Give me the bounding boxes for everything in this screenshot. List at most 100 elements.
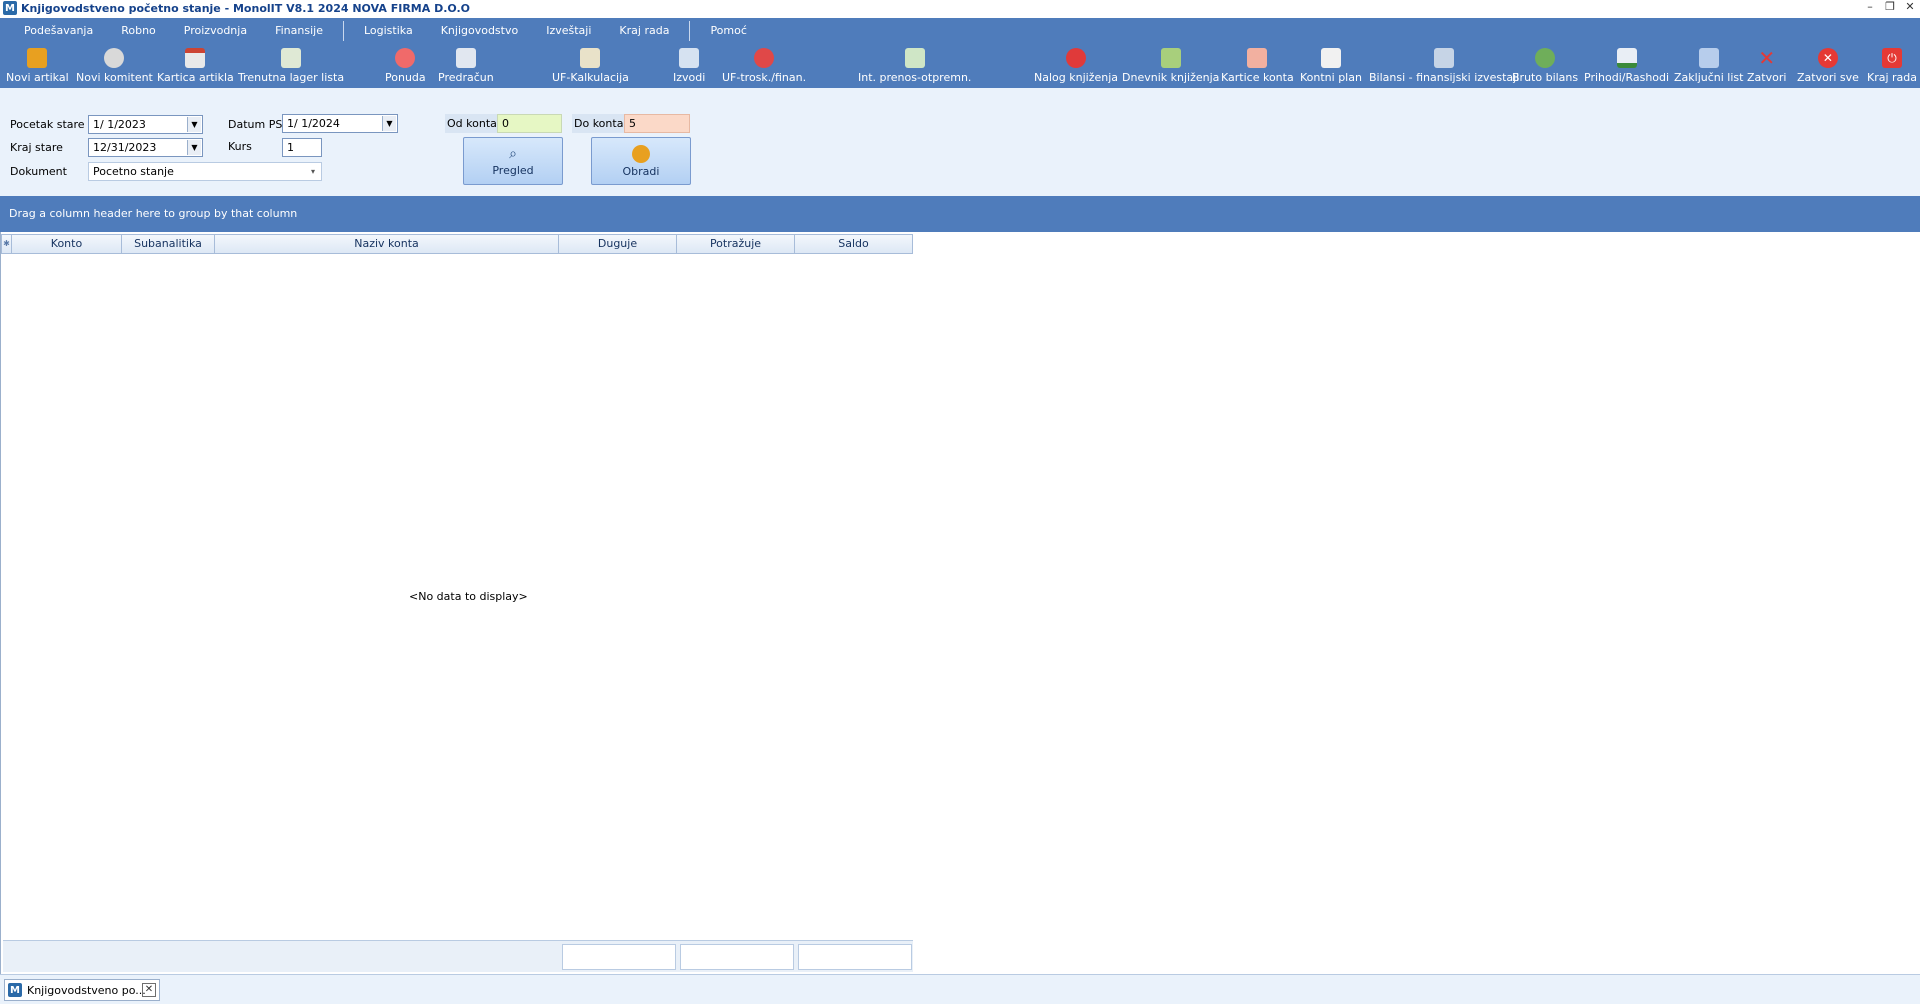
kartica-artikla-button[interactable]: Kartica artikla bbox=[157, 46, 234, 86]
close-icon: ✕ bbox=[1758, 46, 1776, 70]
tab-knjigovodstveno[interactable]: M Knjigovodstveno po... ✕ bbox=[4, 979, 160, 1001]
bruto-bilans-button[interactable]: Bruto bilans bbox=[1512, 46, 1578, 86]
prihodi-rashodi-button[interactable]: Prihodi/Rashodi bbox=[1584, 46, 1669, 86]
datum-ps-date[interactable]: 1/ 1/2024 ▼ bbox=[282, 114, 398, 133]
dokument-select[interactable]: Pocetno stanje ▾ bbox=[88, 162, 322, 181]
menu-knjigovodstvo[interactable]: Knjigovodstvo bbox=[427, 18, 533, 44]
zatvori-button[interactable]: ✕ Zatvori bbox=[1747, 46, 1786, 86]
column-naziv-konta[interactable]: Naziv konta bbox=[215, 234, 559, 254]
pregled-button[interactable]: ⌕ Pregled bbox=[463, 137, 563, 185]
menu-podesavanja[interactable]: Podešavanja bbox=[10, 18, 107, 44]
minimize-icon[interactable]: – bbox=[1864, 0, 1876, 13]
kraj-stare-label: Kraj stare bbox=[10, 141, 63, 154]
toolbar: Novi artikal Novi komitent Kartica artik… bbox=[0, 44, 1920, 88]
kraj-rada-button[interactable]: ⏻ Kraj rada bbox=[1867, 46, 1917, 86]
journal-icon bbox=[1160, 48, 1181, 68]
novi-artikal-button[interactable]: Novi artikal bbox=[6, 46, 69, 86]
izvodi-button[interactable]: Izvodi bbox=[673, 46, 705, 86]
uf-kalkulacija-button[interactable]: UF-Kalkulacija bbox=[552, 46, 629, 86]
posting-order-icon bbox=[1066, 48, 1086, 68]
maximize-icon[interactable]: ❐ bbox=[1884, 0, 1896, 13]
statements-icon bbox=[679, 48, 700, 68]
grid-header: ✱ Konto Subanalitika Naziv konta Duguje … bbox=[1, 234, 913, 254]
menu-separator bbox=[689, 21, 691, 41]
footer-potrazuje-total bbox=[680, 944, 794, 970]
pocetak-stare-date[interactable]: 1/ 1/2023 ▼ bbox=[88, 115, 203, 134]
power-icon: ⏻ bbox=[1882, 48, 1902, 68]
column-duguje[interactable]: Duguje bbox=[559, 234, 677, 254]
column-saldo[interactable]: Saldo bbox=[795, 234, 913, 254]
menu-bar: Podešavanja Robno Proizvodnja Finansije … bbox=[0, 18, 1920, 44]
obradi-label: Obradi bbox=[622, 164, 660, 178]
menu-logistika[interactable]: Logistika bbox=[350, 18, 427, 44]
tab-label: Knjigovodstveno po... bbox=[27, 983, 146, 997]
kurs-value: 1 bbox=[287, 141, 294, 154]
income-expense-icon bbox=[1616, 48, 1637, 68]
proforma-icon bbox=[455, 48, 476, 68]
footer-duguje-total bbox=[562, 944, 676, 970]
balance-icon bbox=[1434, 48, 1455, 68]
window-title: Knjigovodstveno početno stanje - MonolIT… bbox=[21, 1, 471, 15]
dokument-value: Pocetno stanje bbox=[93, 165, 174, 178]
account-cards-icon bbox=[1247, 48, 1268, 68]
menu-robno[interactable]: Robno bbox=[107, 18, 170, 44]
do-konta-input[interactable]: 5 bbox=[624, 114, 690, 133]
new-client-icon bbox=[104, 48, 125, 68]
stock-list-icon bbox=[281, 48, 302, 68]
menu-izvestaji[interactable]: Izveštaji bbox=[532, 18, 605, 44]
column-potrazuje[interactable]: Potražuje bbox=[677, 234, 795, 254]
article-card-icon bbox=[185, 48, 206, 68]
menu-separator bbox=[342, 21, 344, 41]
calculation-icon bbox=[580, 48, 601, 68]
chevron-down-icon[interactable]: ▼ bbox=[187, 117, 201, 132]
obradi-button[interactable]: Obradi bbox=[591, 137, 691, 185]
kraj-stare-date[interactable]: 12/31/2023 ▼ bbox=[88, 138, 203, 157]
app-logo-icon: M bbox=[3, 1, 17, 15]
kartice-konta-button[interactable]: Kartice konta bbox=[1221, 46, 1294, 86]
bilansi-button[interactable]: Bilansi - finansijski izvestaji bbox=[1369, 46, 1519, 86]
dnevnik-knjizenja-button[interactable]: Dnevnik knjiženja bbox=[1122, 46, 1219, 86]
footer-saldo-total bbox=[798, 944, 912, 970]
ponuda-button[interactable]: Ponuda bbox=[385, 46, 426, 86]
zatvori-sve-button[interactable]: ✕ Zatvori sve bbox=[1797, 46, 1859, 86]
menu-finansije[interactable]: Finansije bbox=[261, 18, 337, 44]
datum-ps-value: 1/ 1/2024 bbox=[287, 117, 340, 130]
chevron-down-icon[interactable]: ▼ bbox=[187, 140, 201, 155]
trenutna-lager-lista-button[interactable]: Trenutna lager lista bbox=[238, 46, 344, 86]
od-konta-input[interactable]: 0 bbox=[497, 114, 562, 133]
gross-balance-icon bbox=[1535, 48, 1556, 68]
closing-sheet-icon bbox=[1698, 48, 1719, 68]
predracun-button[interactable]: Predračun bbox=[438, 46, 494, 86]
chart-of-accounts-icon bbox=[1320, 48, 1341, 68]
chevron-down-icon[interactable]: ▾ bbox=[306, 164, 320, 179]
app-logo-icon: M bbox=[8, 983, 22, 997]
kraj-stare-value: 12/31/2023 bbox=[93, 141, 157, 154]
new-article-icon bbox=[27, 48, 48, 68]
novi-komitent-button[interactable]: Novi komitent bbox=[76, 46, 153, 86]
document-tab-bar: M Knjigovodstveno po... ✕ bbox=[0, 974, 1920, 1004]
menu-pomoc[interactable]: Pomoć bbox=[696, 18, 760, 44]
empty-grid-message: <No data to display> bbox=[409, 590, 528, 603]
nalog-knjizenja-button[interactable]: Nalog knjiženja bbox=[1034, 46, 1118, 86]
kurs-input[interactable]: 1 bbox=[282, 138, 322, 157]
column-konto[interactable]: Konto bbox=[12, 234, 122, 254]
row-indicator[interactable]: ✱ bbox=[1, 234, 12, 254]
window-close-icon[interactable]: ✕ bbox=[1904, 0, 1916, 13]
data-grid[interactable]: ✱ Konto Subanalitika Naziv konta Duguje … bbox=[0, 232, 1920, 974]
filter-panel: Pocetak stare 1/ 1/2023 ▼ Kraj stare 12/… bbox=[0, 88, 1920, 196]
menu-kraj-rada[interactable]: Kraj rada bbox=[605, 18, 683, 44]
int-prenos-button[interactable]: Int. prenos-otpremn. bbox=[858, 46, 971, 86]
internal-transfer-icon bbox=[904, 48, 925, 68]
tab-close-icon[interactable]: ✕ bbox=[142, 983, 156, 997]
menu-proizvodnja[interactable]: Proizvodnja bbox=[170, 18, 261, 44]
grid-footer bbox=[3, 940, 913, 972]
zakljucni-list-button[interactable]: Zaključni list bbox=[1674, 46, 1743, 86]
od-konta-label: Od konta bbox=[445, 114, 497, 133]
kontni-plan-button[interactable]: Kontni plan bbox=[1300, 46, 1362, 86]
dokument-label: Dokument bbox=[10, 165, 67, 178]
chevron-down-icon[interactable]: ▼ bbox=[382, 116, 396, 131]
uf-trosk-finan-button[interactable]: UF-trosk./finan. bbox=[722, 46, 806, 86]
column-subanalitika[interactable]: Subanalitika bbox=[122, 234, 215, 254]
group-by-panel[interactable]: Drag a column header here to group by th… bbox=[0, 196, 1920, 232]
do-konta-label: Do konta bbox=[572, 114, 624, 133]
